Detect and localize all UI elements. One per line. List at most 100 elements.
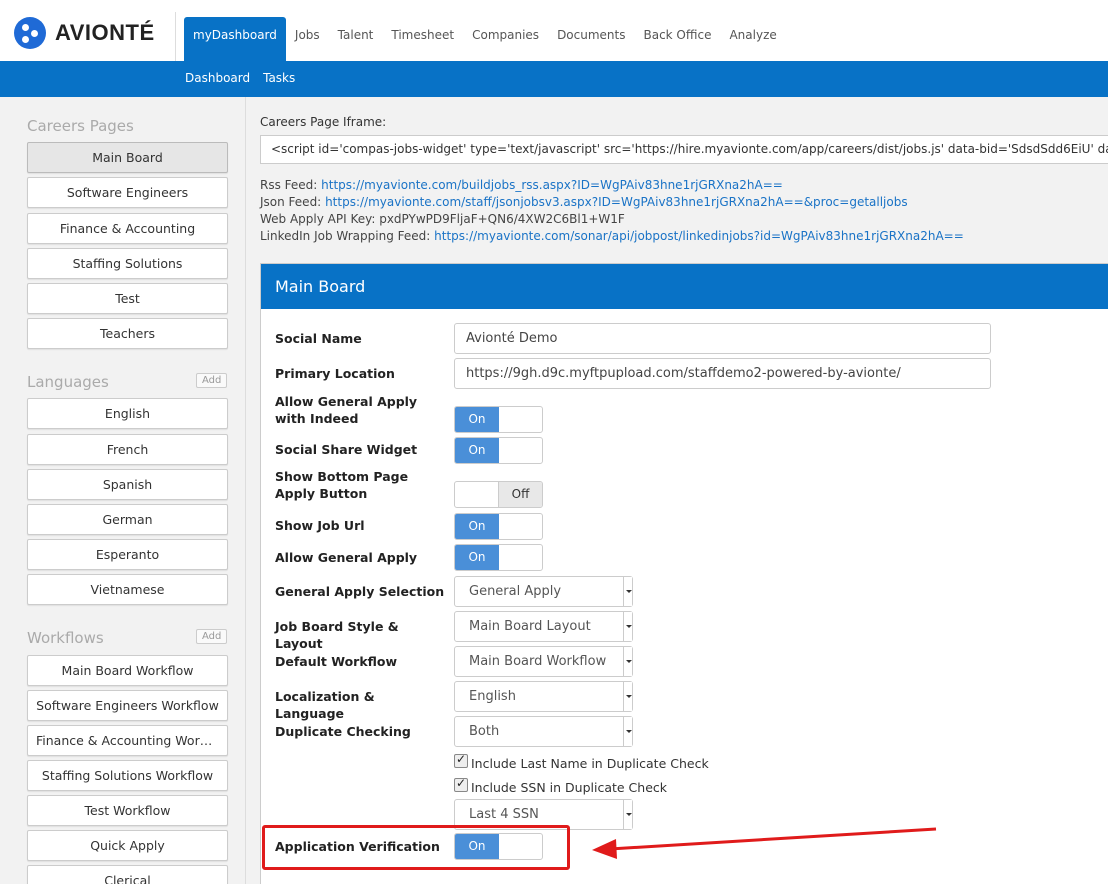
- allow-general-toggle[interactable]: On: [454, 544, 543, 571]
- include-ssn-label: Include SSN in Duplicate Check: [471, 780, 668, 795]
- bottom-apply-label: Show Bottom Page Apply Button: [275, 469, 409, 501]
- subnav-dashboard[interactable]: Dashboard: [185, 71, 250, 85]
- style-layout-select[interactable]: Main Board Layout: [454, 611, 633, 642]
- language-french[interactable]: French: [27, 434, 228, 465]
- duplicate-checking-select[interactable]: Both: [454, 716, 633, 747]
- workflows-title: Workflows: [27, 629, 104, 647]
- add-workflow-button[interactable]: Add: [196, 629, 228, 644]
- careers-page-teachers[interactable]: Teachers: [27, 318, 228, 349]
- toggle-on-label: On: [455, 545, 499, 570]
- json-feed-line: Json Feed: https://myavionte.com/staff/j…: [260, 195, 908, 209]
- social-name-label: Social Name: [275, 331, 362, 346]
- logo-mark-icon: [14, 17, 46, 49]
- nav-companies[interactable]: Companies: [463, 17, 548, 61]
- show-job-url-label: Show Job Url: [275, 518, 365, 533]
- workflow-main-board[interactable]: Main Board Workflow: [27, 655, 228, 686]
- linkedin-feed-link[interactable]: https://myavionte.com/sonar/api/jobpost/…: [434, 229, 964, 243]
- workflow-staffing-solutions[interactable]: Staffing Solutions Workflow: [27, 760, 228, 791]
- include-last-name-checkbox[interactable]: [454, 752, 468, 768]
- include-ssn-row[interactable]: Include SSN in Duplicate Check: [454, 776, 668, 795]
- nav-analyze[interactable]: Analyze: [720, 17, 785, 61]
- nav-back-office[interactable]: Back Office: [634, 17, 720, 61]
- social-name-input[interactable]: Avionté Demo: [454, 323, 991, 354]
- main-board-panel: Main Board Social Name Avionté Demo Prim…: [260, 263, 1108, 884]
- toggle-on-label: On: [455, 407, 499, 432]
- localization-value: English: [469, 689, 516, 704]
- style-layout-value: Main Board Layout: [469, 619, 591, 634]
- nav-divider: [175, 12, 176, 61]
- annotation-arrow-icon: [592, 827, 937, 859]
- nav-timesheet[interactable]: Timesheet: [382, 17, 463, 61]
- chevron-down-icon: [623, 647, 632, 676]
- allow-indeed-toggle[interactable]: On: [454, 406, 543, 433]
- general-selection-select[interactable]: General Apply: [454, 576, 633, 607]
- general-selection-value: General Apply: [469, 584, 562, 599]
- top-header: AVIONTÉ myDashboard Jobs Talent Timeshee…: [0, 0, 1108, 61]
- style-layout-label: Job Board Style & Layout: [275, 619, 399, 651]
- localization-select[interactable]: English: [454, 681, 633, 712]
- duplicate-checking-label: Duplicate Checking: [275, 724, 411, 739]
- add-language-button[interactable]: Add: [196, 373, 228, 388]
- nav-mydashboard[interactable]: myDashboard: [184, 17, 286, 61]
- annotation-highlight-box: [262, 825, 570, 870]
- nav-documents[interactable]: Documents: [548, 17, 634, 61]
- workflow-test[interactable]: Test Workflow: [27, 795, 228, 826]
- chevron-down-icon: [623, 612, 632, 641]
- sub-nav-bar: Dashboard Tasks: [0, 61, 1108, 97]
- careers-page-main-board[interactable]: Main Board: [27, 142, 228, 173]
- chevron-down-icon: [623, 577, 632, 606]
- careers-page-software-engineers[interactable]: Software Engineers: [27, 177, 228, 208]
- primary-location-input[interactable]: https://9gh.d9c.myftpupload.com/staffdem…: [454, 358, 991, 389]
- bottom-apply-toggle[interactable]: Off: [454, 481, 543, 508]
- allow-general-label: Allow General Apply: [275, 550, 418, 565]
- sidebar: Careers Pages Main Board Software Engine…: [0, 97, 246, 884]
- language-esperanto[interactable]: Esperanto: [27, 539, 228, 570]
- careers-pages-title: Careers Pages: [27, 117, 134, 135]
- iframe-label: Careers Page Iframe:: [260, 115, 387, 129]
- workflow-clerical[interactable]: Clerical: [27, 865, 228, 884]
- rss-feed-link[interactable]: https://myavionte.com/buildjobs_rss.aspx…: [321, 178, 783, 192]
- workflow-quick-apply[interactable]: Quick Apply: [27, 830, 228, 861]
- default-workflow-select[interactable]: Main Board Workflow: [454, 646, 633, 677]
- linkedin-feed-label: LinkedIn Job Wrapping Feed:: [260, 229, 431, 243]
- localization-label: Localization & Language: [275, 689, 375, 721]
- language-vietnamese[interactable]: Vietnamese: [27, 574, 228, 605]
- careers-page-staffing-solutions[interactable]: Staffing Solutions: [27, 248, 228, 279]
- iframe-code-field[interactable]: <script id='compas-jobs-widget' type='te…: [260, 135, 1108, 164]
- include-ssn-checkbox[interactable]: [454, 776, 468, 792]
- careers-page-test[interactable]: Test: [27, 283, 228, 314]
- avionte-logo[interactable]: AVIONTÉ: [14, 17, 155, 49]
- toggle-off-label: Off: [498, 482, 542, 507]
- json-feed-label: Json Feed:: [260, 195, 322, 209]
- ssn-value: Last 4 SSN: [469, 807, 539, 822]
- allow-indeed-label: Allow General Apply with Indeed: [275, 394, 418, 426]
- logo-text: AVIONTÉ: [55, 20, 155, 45]
- include-last-name-row[interactable]: Include Last Name in Duplicate Check: [454, 752, 709, 771]
- social-share-label: Social Share Widget: [275, 442, 418, 457]
- json-feed-link[interactable]: https://myavionte.com/staff/jsonjobsv3.a…: [325, 195, 908, 209]
- language-spanish[interactable]: Spanish: [27, 469, 228, 500]
- duplicate-checking-value: Both: [469, 724, 500, 739]
- toggle-on-label: On: [455, 438, 499, 463]
- panel-title: Main Board: [261, 264, 1108, 309]
- show-job-url-toggle[interactable]: On: [454, 513, 543, 540]
- toggle-on-label: On: [455, 514, 499, 539]
- main-nav: myDashboard Jobs Talent Timesheet Compan…: [184, 17, 786, 61]
- rss-feed-line: Rss Feed: https://myavionte.com/buildjob…: [260, 178, 783, 192]
- workflow-finance-accounting[interactable]: Finance & Accounting Workflow: [27, 725, 228, 756]
- language-english[interactable]: English: [27, 398, 228, 429]
- nav-jobs[interactable]: Jobs: [286, 17, 329, 61]
- chevron-down-icon: [623, 682, 632, 711]
- careers-page-finance-accounting[interactable]: Finance & Accounting: [27, 213, 228, 244]
- language-german[interactable]: German: [27, 504, 228, 535]
- api-key-text: Web Apply API Key: pxdPYwPD9FljaF+QN6/4X…: [260, 212, 625, 226]
- nav-talent[interactable]: Talent: [329, 17, 383, 61]
- chevron-down-icon: [623, 717, 632, 746]
- default-workflow-value: Main Board Workflow: [469, 654, 607, 669]
- linkedin-feed-line: LinkedIn Job Wrapping Feed: https://myav…: [260, 229, 964, 243]
- subnav-tasks[interactable]: Tasks: [263, 71, 295, 85]
- workflow-software-engineers[interactable]: Software Engineers Workflow: [27, 690, 228, 721]
- sub-nav: Dashboard Tasks: [185, 71, 308, 85]
- social-share-toggle[interactable]: On: [454, 437, 543, 464]
- include-last-name-label: Include Last Name in Duplicate Check: [471, 756, 709, 771]
